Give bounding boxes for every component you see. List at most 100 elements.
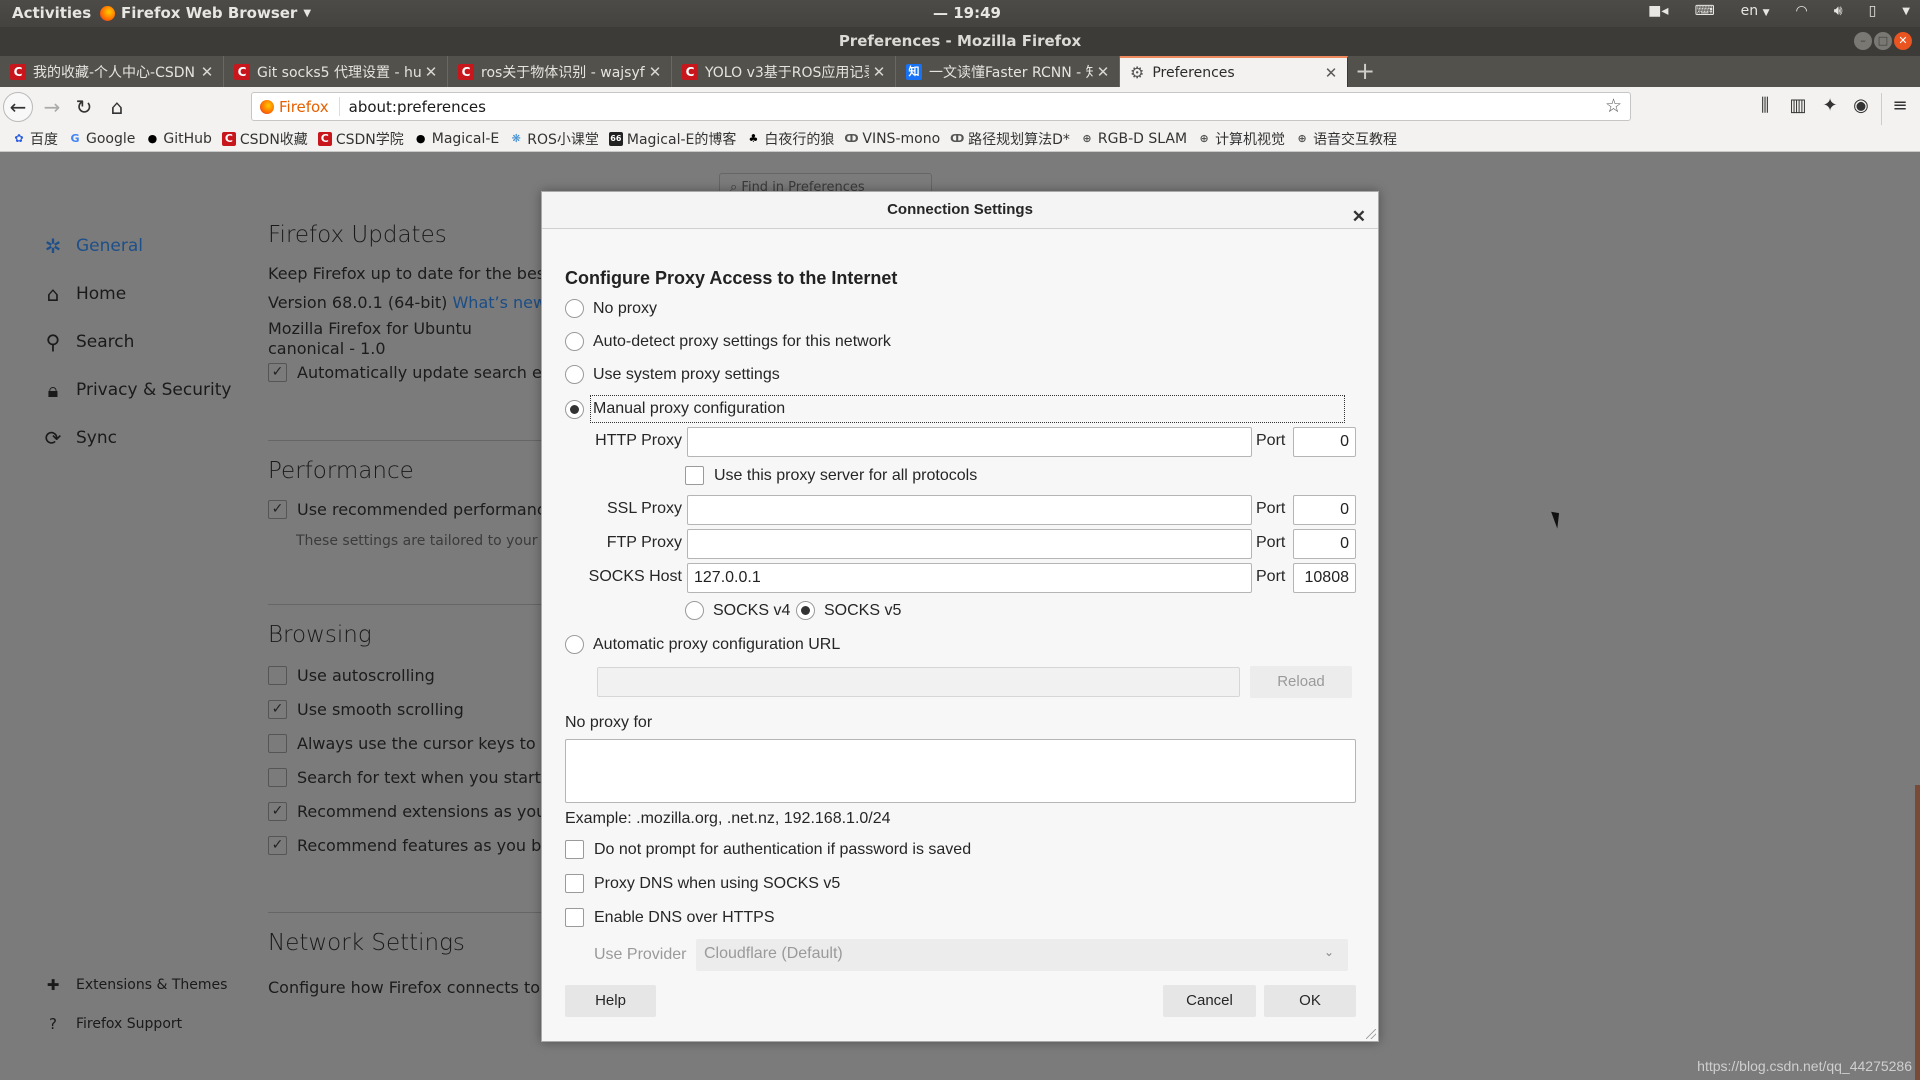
app-menu[interactable]: Firefox Web Browser ▼ [100, 4, 311, 22]
tab[interactable]: 知 一文读懂Faster RCNN - 知 ✕ [896, 56, 1120, 87]
bookmark-item[interactable]: ⊕ 计算机视觉 [1197, 129, 1285, 149]
page-scrollbar-thumb[interactable] [1915, 785, 1920, 1080]
bookmark-item[interactable]: ✿ 百度 [12, 129, 58, 149]
auto-update-search-checkbox[interactable]: ✓ Automatically update search eng [268, 363, 562, 382]
close-tab-icon[interactable]: ✕ [197, 63, 217, 81]
video-camera-icon[interactable]: ■◂ [1648, 3, 1668, 19]
home-button[interactable]: ⌂ [103, 93, 131, 121]
dns-over-https-checkbox[interactable]: Enable DNS over HTTPS [565, 908, 775, 927]
ok-button[interactable]: OK [1264, 985, 1356, 1017]
sidebar-item-sync[interactable]: ⟳ Sync [42, 426, 117, 450]
sidebar-item-firefox-support[interactable]: ? Firefox Support [42, 1015, 182, 1033]
search-text-typing-checkbox[interactable]: Search for text when you start ty [268, 768, 562, 787]
sidebar-item-search[interactable]: ⚲ Search [42, 330, 135, 354]
clock[interactable]: — 19:49 [933, 4, 1001, 22]
recommended-performance-checkbox[interactable]: ✓ Use recommended performance s [268, 500, 569, 519]
bookmark-item[interactable]: ⊕ RGB-D SLAM [1080, 131, 1187, 147]
reload-button[interactable]: ↻ [70, 93, 98, 121]
close-tab-icon[interactable]: ✕ [1093, 63, 1113, 81]
forward-button[interactable]: → [38, 93, 66, 121]
close-tab-icon[interactable]: ✕ [869, 63, 889, 81]
close-tab-icon[interactable]: ✕ [645, 63, 665, 81]
ftp-port-input[interactable]: 0 [1293, 529, 1356, 559]
maximize-button[interactable]: □ [1874, 32, 1892, 50]
close-window-button[interactable]: ✕ [1894, 32, 1912, 50]
battery-icon[interactable]: ▯ [1869, 3, 1877, 19]
reload-button[interactable]: Reload [1250, 666, 1352, 698]
tab[interactable]: C ros关于物体识别 - wajsyf ✕ [448, 56, 672, 87]
bookmark-item[interactable]: ↀ 路径规划算法D* [950, 129, 1070, 149]
sidebar-item-privacy-security[interactable]: 🔒︎ Privacy & Security [42, 378, 232, 402]
cancel-button[interactable]: Cancel [1163, 985, 1256, 1017]
radio-socks-v4[interactable]: SOCKS v4 [685, 601, 790, 620]
radio-auto-detect[interactable]: Auto-detect proxy settings for this netw… [565, 332, 891, 351]
sidebar-item-extensions-themes[interactable]: ✚ Extensions & Themes [42, 976, 228, 994]
language-indicator[interactable]: en ▼ [1741, 3, 1770, 19]
no-proxy-for-textarea[interactable] [565, 739, 1356, 803]
auto-config-url-input[interactable] [597, 667, 1240, 697]
socks-host-input[interactable]: 127.0.0.1 [687, 563, 1252, 593]
recommend-extensions-checkbox[interactable]: ✓ Recommend extensions as you br [268, 802, 568, 821]
ssl-port-input[interactable]: 0 [1293, 495, 1356, 525]
tab[interactable]: C YOLO v3基于ROS应用记录 ✕ [672, 56, 896, 87]
radio-socks-v5[interactable]: SOCKS v5 [796, 601, 901, 620]
radio-no-proxy[interactable]: No proxy [565, 299, 657, 318]
wifi-icon[interactable]: ◠ [1796, 3, 1808, 19]
socks-port-input[interactable]: 10808 [1293, 563, 1356, 593]
sidebar-item-home[interactable]: ⌂ Home [42, 282, 127, 306]
bookmark-item[interactable]: ❋ ROS小课堂 [509, 129, 599, 149]
volume-icon[interactable]: 🔊︎ [1834, 3, 1843, 19]
close-icon[interactable]: ✕ [1352, 199, 1366, 235]
http-proxy-input[interactable] [687, 427, 1252, 457]
ftp-proxy-input[interactable] [687, 529, 1252, 559]
sidebar-icon[interactable]: ▥ [1786, 95, 1810, 116]
back-button[interactable]: ← [3, 92, 33, 122]
sidebar-item-general[interactable]: ✲ General [42, 234, 143, 258]
hamburger-menu-icon[interactable]: ≡ [1888, 95, 1912, 116]
account-icon[interactable]: ◉ [1849, 95, 1873, 116]
bookmark-label: 计算机视觉 [1215, 132, 1286, 148]
minimize-button[interactable]: – [1854, 32, 1872, 50]
new-tab-button[interactable]: + [1355, 57, 1375, 85]
csdn-favicon-icon: C [682, 63, 698, 80]
bookmark-item[interactable]: ♣ 白夜行的狼 [746, 129, 834, 149]
http-port-input[interactable]: 0 [1293, 427, 1356, 457]
no-auth-prompt-checkbox[interactable]: Do not prompt for authentication if pass… [565, 840, 971, 859]
smooth-scrolling-checkbox[interactable]: ✓ Use smooth scrolling [268, 700, 464, 719]
bookmark-item[interactable]: C CSDN学院 [317, 129, 404, 149]
radio-manual-proxy[interactable]: Manual proxy configuration [565, 395, 1345, 423]
bookmark-item[interactable]: 66 Magical-E的博客 [608, 129, 736, 149]
keyboard-icon[interactable]: ⌨ [1694, 3, 1714, 19]
activities-button[interactable]: Activities [12, 4, 91, 22]
bookmark-item[interactable]: G Google [68, 131, 135, 147]
help-button[interactable]: Help [565, 985, 656, 1017]
radio-system-proxy[interactable]: Use system proxy settings [565, 365, 780, 384]
whats-new-link[interactable]: What’s new [452, 293, 546, 312]
provider-select[interactable]: Cloudflare (Default) ⌄ [696, 939, 1348, 971]
radio-auto-config-url[interactable]: Automatic proxy configuration URL [565, 635, 840, 654]
recommend-features-checkbox[interactable]: ✓ Recommend features as you brov [268, 836, 567, 855]
tab[interactable]: C 我的收藏-个人中心-CSDN ✕ [0, 56, 224, 87]
autoscrolling-checkbox[interactable]: Use autoscrolling [268, 666, 435, 685]
system-menu-icon[interactable]: ▼ [1902, 6, 1910, 17]
tab[interactable]: C Git socks5 代理设置 - hua ✕ [224, 56, 448, 87]
url-bar[interactable]: Firefox about:preferences ☆ [251, 92, 1631, 121]
close-tab-icon[interactable]: ✕ [421, 63, 441, 81]
bookmark-item[interactable]: ● GitHub [145, 131, 212, 147]
cursor-keys-checkbox[interactable]: Always use the cursor keys to nav [268, 734, 570, 753]
bookmark-item[interactable]: ↀ VINS-mono [844, 131, 940, 147]
bookmark-item[interactable]: ● Magical-E [414, 131, 499, 147]
use-proxy-all-protocols-checkbox[interactable]: Use this proxy server for all protocols [685, 466, 977, 485]
bookmark-star-icon[interactable]: ☆ [1605, 95, 1622, 117]
bookmark-item[interactable]: C CSDN收藏 [221, 129, 308, 149]
url-text[interactable]: about:preferences [340, 98, 486, 116]
extension-icon[interactable]: ✦ [1818, 95, 1842, 116]
site-identity[interactable]: Firefox [252, 97, 340, 116]
bookmark-item[interactable]: ⊕ 语音交互教程 [1295, 129, 1397, 149]
proxy-dns-socks5-checkbox[interactable]: Proxy DNS when using SOCKS v5 [565, 874, 840, 893]
ssl-proxy-input[interactable] [687, 495, 1252, 525]
tab-preferences[interactable]: ⚙ Preferences ✕ [1120, 56, 1348, 87]
resize-grip[interactable] [1366, 1029, 1376, 1039]
library-icon[interactable]: ⫼ [1753, 95, 1777, 116]
close-tab-icon[interactable]: ✕ [1321, 64, 1341, 82]
